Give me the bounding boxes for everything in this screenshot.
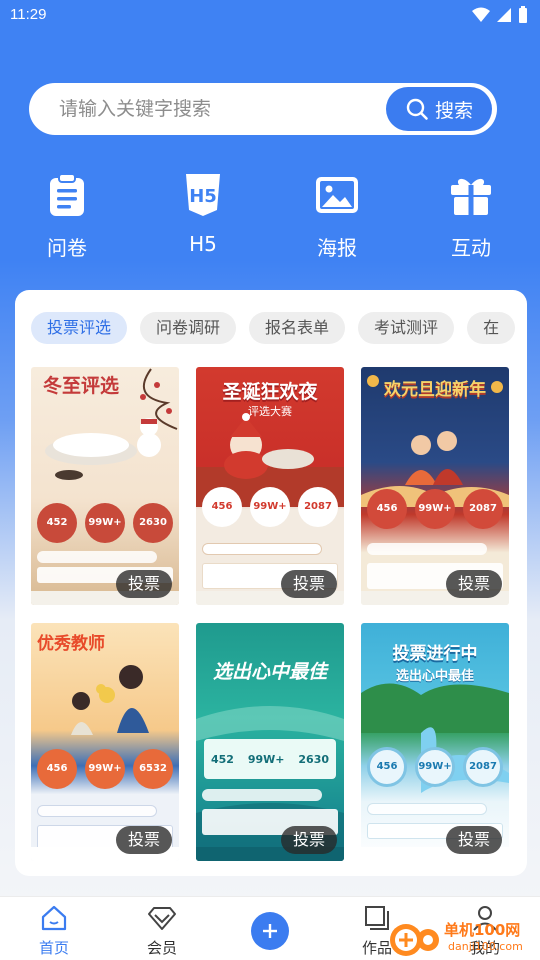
template-poster[interactable]: 选出心中最佳 452 99W+ 2630 投票: [196, 623, 344, 861]
vote-badge: 投票: [115, 570, 172, 598]
status-icons: [472, 6, 528, 24]
poster-title: 选出心中最佳: [212, 661, 327, 683]
quick-action-label: H5: [189, 232, 217, 256]
template-poster[interactable]: 优秀教师 456 99W+ 6532 投票: [31, 623, 179, 861]
category-tabs: 投票评选 问卷调研 报名表单 考试测评在: [31, 312, 525, 346]
poster-stat: 6532: [133, 749, 173, 789]
quick-actions: 问卷 H5 H5 海报 互动: [0, 170, 540, 270]
vote-badge: 投票: [445, 826, 502, 854]
poster-title: 冬至评选: [43, 375, 120, 397]
diamond-icon: [148, 907, 176, 930]
works-icon: [365, 906, 389, 930]
quick-action-poster[interactable]: 海报: [292, 170, 382, 261]
template-card: 投票评选 问卷调研 报名表单 考试测评在 冬至评选 452 99W+ 2630 投票: [15, 290, 527, 876]
watermark-text: 单机100网: [444, 921, 521, 939]
quick-action-interactive[interactable]: 互动: [426, 170, 516, 261]
search-button[interactable]: 搜索: [386, 87, 492, 131]
category-tab-exam[interactable]: 考试测评: [358, 312, 455, 344]
poster-subtitle: 选出心中最佳: [395, 669, 474, 684]
poster-stat: 456: [37, 749, 77, 789]
vote-badge: 投票: [280, 826, 337, 854]
poster-stat: 2087: [463, 489, 503, 529]
create-button[interactable]: [251, 912, 289, 950]
template-poster[interactable]: 冬至评选 452 99W+ 2630 投票: [31, 367, 179, 605]
poster-stat: 99W+: [415, 489, 455, 529]
category-tab-more[interactable]: 在: [467, 312, 516, 344]
poster-stat: 99W+: [250, 487, 290, 527]
poster-stat: 99W+: [247, 752, 285, 766]
image-icon: [316, 177, 358, 213]
poster-stat: 452: [37, 503, 77, 543]
poster-stat: 2630: [133, 503, 173, 543]
poster-title: 优秀教师: [37, 634, 105, 654]
poster-title: 欢元旦迎新年: [384, 380, 486, 400]
poster-stat: 99W+: [85, 749, 125, 789]
status-bar: 11:29: [0, 0, 540, 32]
h5-icon: H5: [186, 174, 220, 216]
svg-text:H5: H5: [189, 186, 217, 207]
poster-stat: 99W+: [415, 747, 455, 787]
watermark: 单机100网 danji100.com: [388, 918, 538, 960]
poster-stat: 2630: [298, 752, 330, 766]
signal-icon: [497, 8, 511, 22]
watermark-url: danji100.com: [448, 940, 523, 953]
category-tab-vote[interactable]: 投票评选: [31, 312, 128, 344]
quick-action-label: 海报: [317, 236, 357, 260]
wifi-icon: [472, 7, 490, 22]
status-time: 11:29: [10, 6, 47, 23]
vote-badge: 投票: [445, 570, 502, 598]
poster-title: 圣诞狂欢夜: [222, 381, 318, 403]
poster-subtitle: 评选大赛: [248, 405, 292, 418]
tab-label: 会员: [146, 939, 177, 957]
poster-stat: 456: [367, 489, 407, 529]
quick-action-label: 问卷: [47, 236, 87, 260]
tab-home[interactable]: 首页: [19, 903, 89, 958]
vote-badge: 投票: [115, 826, 172, 854]
quick-action-questionnaire[interactable]: 问卷: [22, 170, 112, 261]
poster-stat: 2087: [298, 487, 338, 527]
battery-icon: [519, 6, 527, 23]
clipboard-icon: [50, 173, 84, 216]
category-tab-survey[interactable]: 问卷调研: [140, 312, 237, 344]
home-icon: [41, 905, 67, 931]
template-poster[interactable]: 欢元旦迎新年 456 99W+ 2087 投票: [361, 367, 509, 605]
category-tab-signup[interactable]: 报名表单: [249, 312, 346, 344]
plus-icon: [263, 924, 277, 938]
poster-stat: 2087: [463, 747, 503, 787]
poster-stat: 452: [210, 752, 234, 766]
search-input[interactable]: [29, 83, 379, 135]
template-poster[interactable]: 投票进行中 选出心中最佳 456 99W+ 2087 投票: [361, 623, 509, 861]
search-icon: [406, 98, 428, 120]
poster-stat: 99W+: [85, 503, 125, 543]
quick-action-h5[interactable]: H5 H5: [158, 170, 248, 256]
gift-icon: [451, 178, 491, 215]
poster-stat: 456: [202, 487, 242, 527]
vote-badge: 投票: [280, 570, 337, 598]
quick-action-label: 互动: [451, 236, 491, 260]
watermark-logo-icon: [390, 924, 439, 956]
search-bar: 搜索: [29, 83, 497, 135]
poster-stat: 456: [367, 747, 407, 787]
poster-title: 投票进行中: [392, 644, 478, 664]
template-poster[interactable]: 圣诞狂欢夜 评选大赛 456 99W+ 2087 投票: [196, 367, 344, 605]
tab-label: 首页: [38, 939, 69, 957]
tab-membership[interactable]: 会员: [127, 903, 197, 958]
search-button-label: 搜索: [434, 99, 473, 122]
